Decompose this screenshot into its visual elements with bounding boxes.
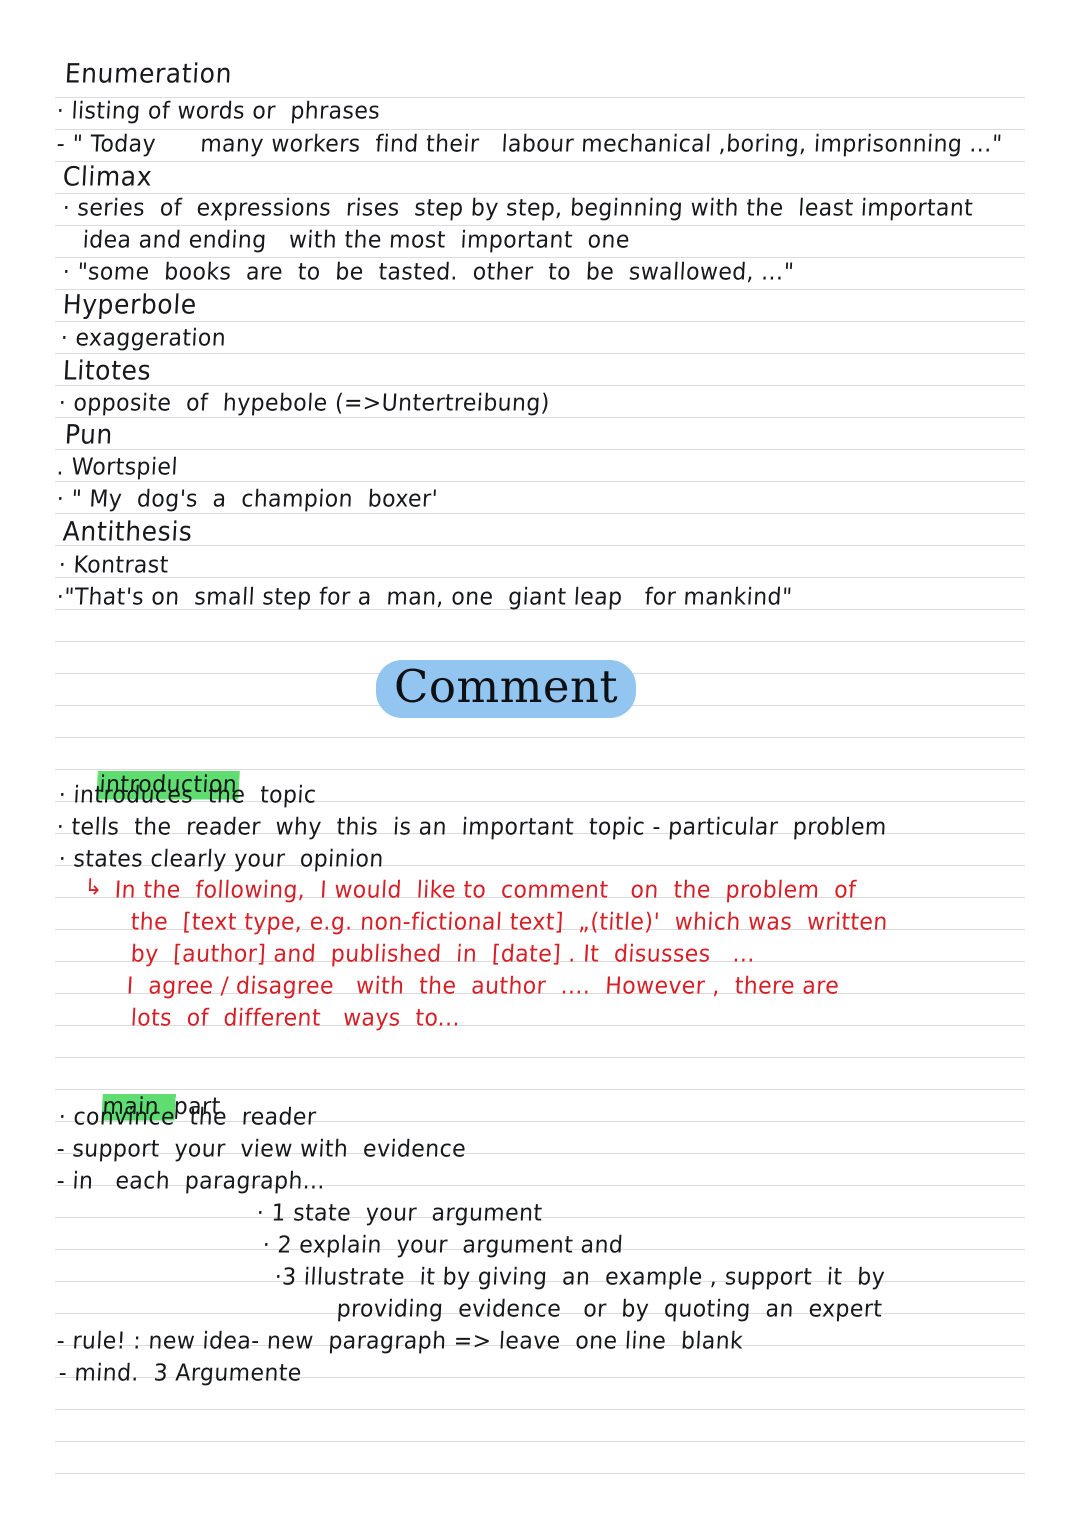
heading-climax: Climax <box>62 161 154 192</box>
red-line-1: In the following, I would like to commen… <box>114 877 857 905</box>
pun-line-1: . Wortspiel <box>56 454 179 482</box>
handwritten-content: Enumeration · listing of words or phrase… <box>0 0 1080 1527</box>
main-part-bullet-1: · convince the reader <box>58 1104 317 1132</box>
main-part-rule-1: - rule! : new idea- new paragraph => lea… <box>56 1328 744 1356</box>
introduction-bullet-1: · introduces the topic <box>58 782 318 810</box>
red-arrow-icon: ↳ <box>84 874 104 900</box>
climax-line-2: idea and ending with the most important … <box>82 227 631 255</box>
red-line-2: the [text type, e.g. non-fictional text]… <box>130 909 889 937</box>
antithesis-line-2: ·"That's on small step for a man, one gi… <box>56 584 794 612</box>
main-part-step-3-cont: providing evidence or by quoting an expe… <box>336 1296 884 1324</box>
heading-litotes: Litotes <box>62 355 153 386</box>
heading-pun: Pun <box>64 419 114 450</box>
main-part-step-1: · 1 state your argument <box>256 1200 544 1228</box>
enumeration-line-1: · listing of words or phrases <box>56 98 381 126</box>
enumeration-line-2: - " Today many workers find their labour… <box>56 131 1004 159</box>
main-part-bullet-3: - in each paragraph... <box>56 1168 326 1196</box>
climax-line-1: · series of expressions rises step by st… <box>62 195 974 223</box>
litotes-line-1: · opposite of hypebole (=>Untertreibung) <box>58 390 551 418</box>
heading-enumeration: Enumeration <box>64 58 233 89</box>
introduction-bullet-3: · states clearly your opinion <box>58 846 385 874</box>
hyperbole-line-1: · exaggeration <box>60 325 227 353</box>
heading-antithesis: Antithesis <box>62 516 194 547</box>
climax-line-3: · "some books are to be tasted. other to… <box>62 259 795 287</box>
notebook-page: Enumeration · listing of words or phrase… <box>0 0 1080 1527</box>
main-part-step-3: ·3 illustrate it by giving an example , … <box>274 1264 886 1292</box>
main-part-step-2: · 2 explain your argument and <box>262 1232 624 1260</box>
red-line-5: lots of different ways to... <box>130 1005 461 1033</box>
main-part-bullet-2: - support your view with evidence <box>56 1136 467 1164</box>
antithesis-line-1: · Kontrast <box>58 552 170 580</box>
introduction-bullet-2: · tells the reader why this is an import… <box>56 814 888 842</box>
red-line-3: by [author] and published in [date] . It… <box>130 941 756 969</box>
heading-hyperbole: Hyperbole <box>62 289 198 320</box>
red-line-4: I agree / disagree with the author .... … <box>126 973 840 1001</box>
comment-title-text: Comment <box>394 660 619 713</box>
main-part-rule-2: - mind. 3 Argumente <box>58 1360 303 1388</box>
comment-title-banner: Comment <box>376 660 637 718</box>
pun-line-2: · " My dog's a champion boxer' <box>56 486 439 514</box>
